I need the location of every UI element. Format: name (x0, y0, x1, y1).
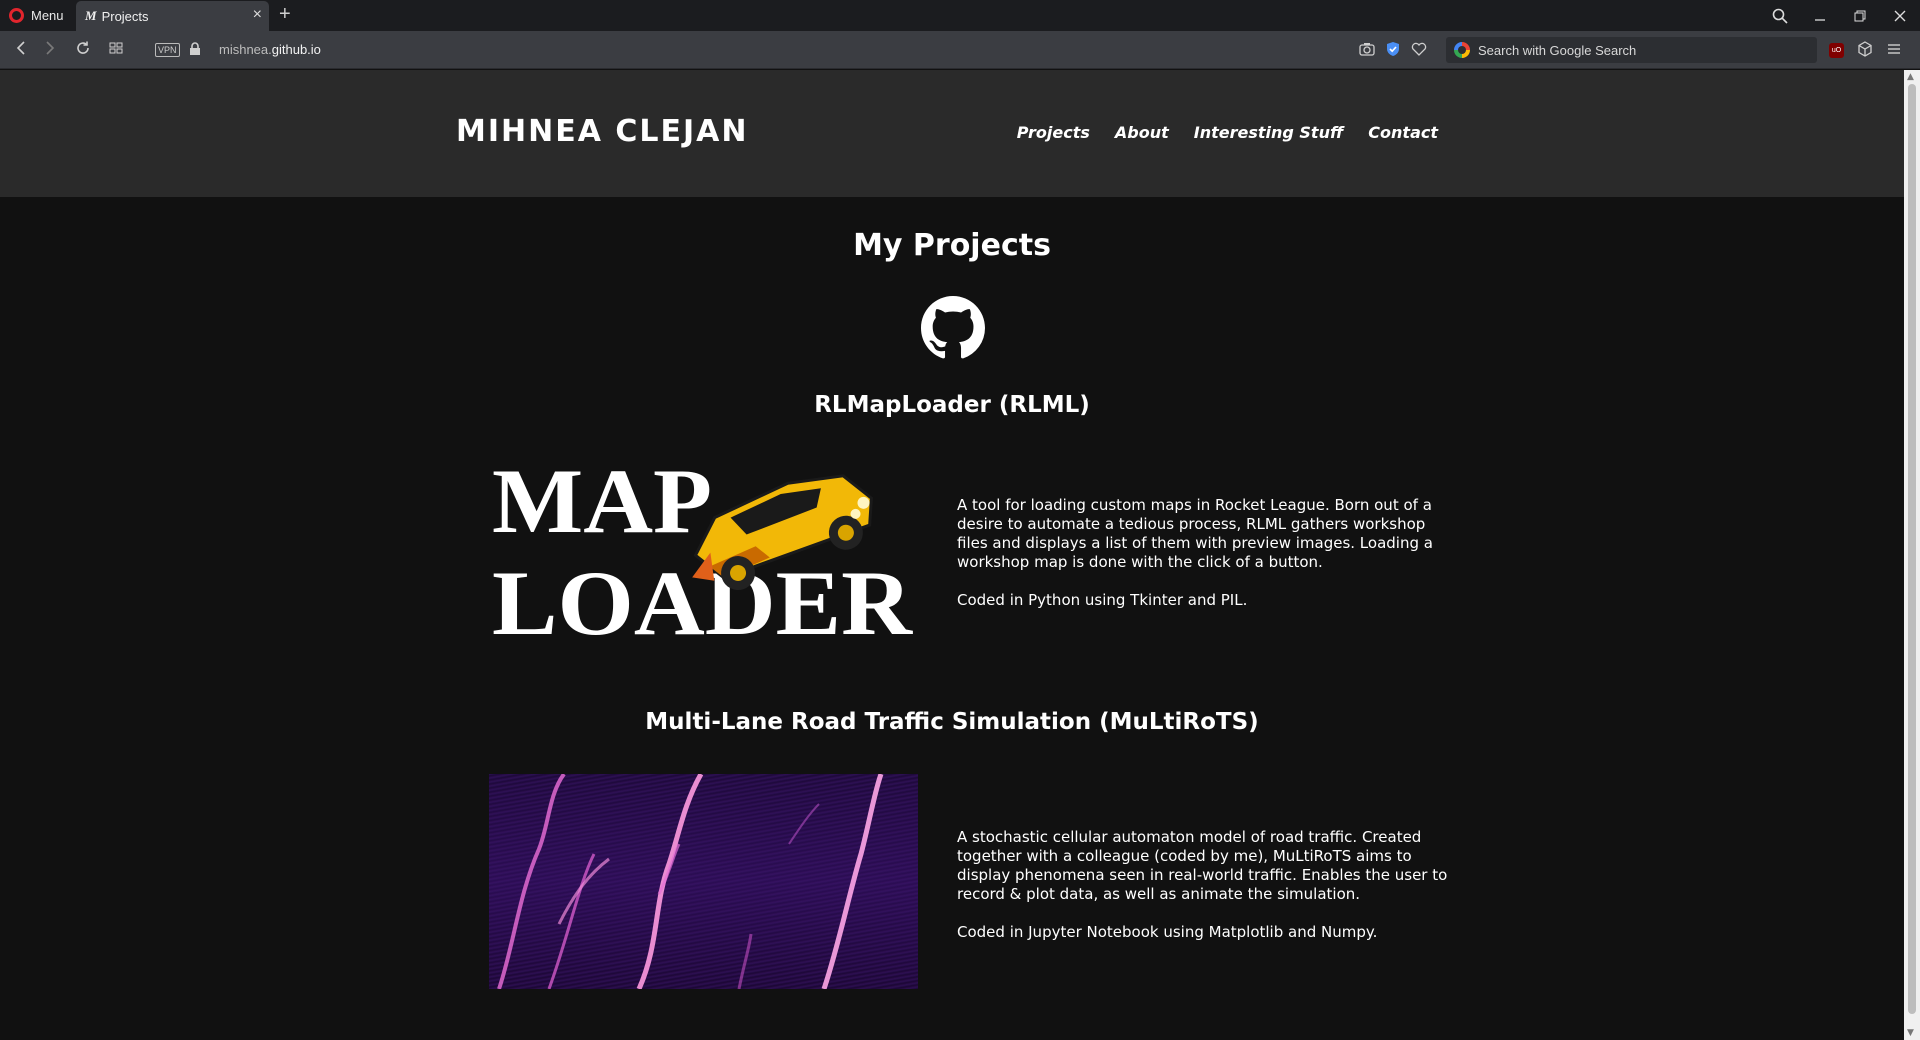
browser-tab-bar: Menu M Projects × + (0, 0, 1920, 31)
tracker-blocker-shield-icon[interactable] (1385, 41, 1401, 61)
easy-setup-menu-icon[interactable] (1886, 41, 1902, 61)
project-description-multirots: A stochastic cellular automaton model of… (957, 828, 1457, 942)
github-icon[interactable] (921, 296, 985, 360)
web-page: MIHNEA CLEJAN Projects About Interesting… (0, 70, 1904, 1040)
project-tech-text: Coded in Jupyter Notebook using Matplotl… (957, 923, 1378, 941)
vpn-badge[interactable]: VPN (155, 43, 180, 57)
minimize-icon[interactable] (1800, 0, 1840, 31)
nav-link-interesting-stuff[interactable]: Interesting Stuff (1194, 123, 1344, 142)
close-window-icon[interactable] (1880, 0, 1920, 31)
scroll-up-icon[interactable]: ▲ (1907, 72, 1914, 82)
page-title: My Projects (853, 228, 1051, 263)
browser-tab-projects[interactable]: M Projects × (76, 1, 269, 31)
lock-icon[interactable] (189, 41, 201, 60)
traffic-simulation-image[interactable] (489, 774, 918, 989)
search-placeholder: Search with Google Search (1478, 42, 1637, 58)
site-header: MIHNEA CLEJAN Projects About Interesting… (0, 70, 1904, 197)
project-description-text: A stochastic cellular automaton model of… (957, 828, 1448, 903)
google-logo-icon (1454, 42, 1470, 58)
tab-favicon-icon: M (85, 8, 97, 23)
project-description-rlml: A tool for loading custom maps in Rocket… (957, 496, 1457, 610)
nav-link-contact[interactable]: Contact (1368, 123, 1438, 142)
page-scrollbar[interactable]: ▲ ▼ (1904, 70, 1920, 1040)
url-field[interactable]: mishnea.github.io (219, 42, 321, 57)
snapshot-camera-icon[interactable] (1359, 41, 1375, 61)
site-nav: Projects About Interesting Stuff Contact (1017, 123, 1438, 142)
tab-search-icon[interactable] (1760, 0, 1800, 31)
traffic-streaks (497, 774, 884, 989)
url-host-main: github.io (271, 42, 321, 57)
scroll-down-icon[interactable]: ▼ (1907, 1028, 1914, 1038)
extensions-cube-icon[interactable] (1857, 41, 1873, 61)
project-title-rlml: RLMapLoader (RLML) (814, 392, 1090, 418)
project-tech-text: Coded in Python using Tkinter and PIL. (957, 591, 1248, 609)
forward-icon[interactable] (42, 40, 58, 60)
project-description-text: A tool for loading custom maps in Rocket… (957, 496, 1433, 571)
ublock-extension-icon[interactable]: uO (1829, 43, 1844, 58)
nav-link-projects[interactable]: Projects (1017, 123, 1090, 142)
new-tab-icon[interactable]: + (279, 3, 291, 26)
site-brand[interactable]: MIHNEA CLEJAN (456, 114, 749, 149)
tabs-grid-icon[interactable] (108, 40, 124, 60)
opera-menu-button[interactable]: Menu (0, 0, 74, 31)
opera-logo-icon (9, 8, 24, 23)
maploader-text-line1: MAP (492, 450, 712, 552)
maploader-logo-image[interactable]: MAP LOADER (488, 448, 918, 648)
address-bar: VPN mishnea.github.io Search with Google… (0, 31, 1920, 69)
reload-icon[interactable] (75, 40, 91, 60)
project-title-multirots: Multi-Lane Road Traffic Simulation (MuLt… (645, 709, 1259, 735)
menu-label: Menu (31, 8, 64, 23)
restore-icon[interactable] (1840, 0, 1880, 31)
url-host-prefix: mishnea. (219, 42, 272, 57)
bookmark-heart-icon[interactable] (1411, 41, 1427, 61)
tab-close-icon[interactable]: × (253, 6, 262, 24)
scrollbar-thumb[interactable] (1908, 84, 1916, 1014)
back-icon[interactable] (13, 40, 29, 60)
search-input[interactable]: Search with Google Search (1446, 37, 1817, 63)
nav-link-about[interactable]: About (1115, 123, 1169, 142)
tab-title: Projects (101, 8, 149, 24)
